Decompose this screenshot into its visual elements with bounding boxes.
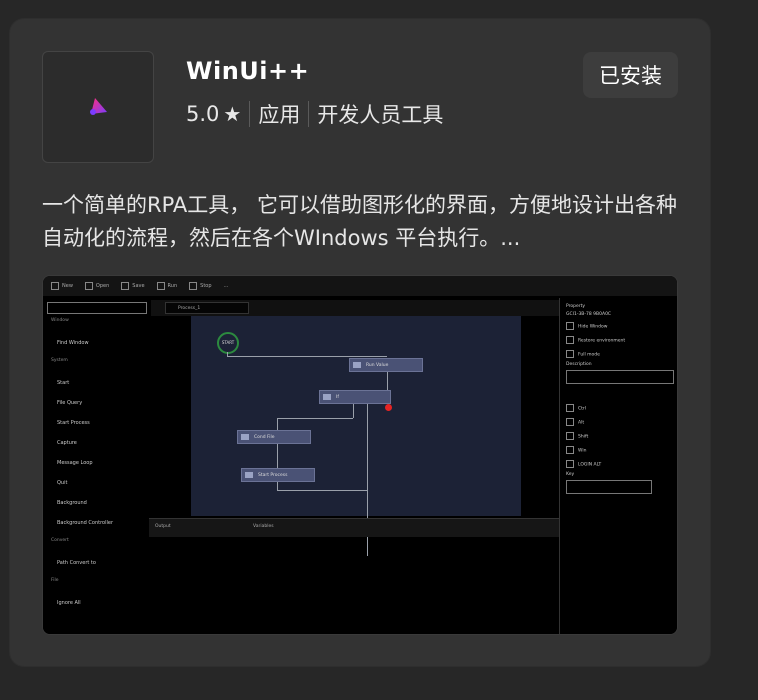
modifier-check: Ctrl: [566, 404, 586, 412]
app-description: 一个简单的RPA工具， 它可以借助图形化的界面，方便地设计出各种自动化的流程，然…: [42, 193, 677, 250]
output-tab: Output: [155, 524, 171, 529]
workflow-node: If: [319, 390, 391, 404]
toolbar-item: New: [51, 282, 73, 290]
modifier-check: LOGIN ALT: [566, 460, 601, 468]
toolbox-category: System: [51, 358, 68, 363]
property-check: Restore environment: [566, 336, 625, 344]
breakpoint-marker: [385, 404, 392, 411]
workflow-canvas: START Run Value If Cond File Start Proce…: [191, 316, 521, 556]
property-check: Full mode: [566, 350, 600, 358]
toolbar-item: Save: [121, 282, 145, 290]
start-node: START: [217, 332, 239, 354]
toolbar-item: Run: [156, 282, 177, 290]
toolbar-item: Open: [84, 282, 109, 290]
app-title: WinUi++: [186, 57, 310, 85]
app-category[interactable]: 开发人员工具: [317, 99, 443, 129]
variables-tab: Variables: [253, 524, 274, 529]
toolbox-item: File Query: [57, 400, 83, 406]
divider: [249, 101, 251, 127]
winui-logo-icon: [90, 98, 107, 115]
modifier-check: Shift: [566, 432, 588, 440]
toolbox-category: Window: [51, 318, 69, 323]
toolbox-item: Start: [57, 380, 70, 386]
modifier-check: Alt: [566, 418, 584, 426]
toolbox-item: Capture: [57, 440, 77, 446]
toolbox-item: Background: [57, 500, 87, 506]
toolbox-category: File: [51, 578, 59, 583]
app-screenshot[interactable]: New Open Save Run Stop ... Window Find W…: [42, 275, 678, 635]
app-card[interactable]: WinUi++ 5.0 ★ 应用 开发人员工具 已安装 一个简单的RPA工具， …: [10, 19, 710, 666]
screenshot-toolbox: Window Find Window System Start File Que…: [43, 298, 147, 634]
app-meta: 5.0 ★ 应用 开发人员工具: [186, 99, 443, 129]
divider: [308, 101, 310, 127]
modifier-check: Win: [566, 446, 586, 454]
document-tabs: Process_1: [151, 300, 559, 316]
description-label: Description: [566, 362, 592, 367]
key-select: [566, 480, 652, 494]
workflow-node: Start Process: [241, 468, 315, 482]
property-check: Hide Window: [566, 322, 607, 330]
properties-title: Property: [566, 304, 586, 309]
output-panel: Output Variables: [149, 518, 559, 537]
app-logo-tile: [42, 51, 154, 163]
toolbox-search: [47, 302, 147, 314]
installed-button[interactable]: 已安装: [583, 52, 678, 98]
toolbox-item: Path Convert to: [57, 560, 96, 566]
node-id: GCI1-3B-78 9B0A0C: [566, 312, 612, 317]
toolbar-item: ...: [223, 283, 229, 289]
document-tab: Process_1: [165, 302, 249, 314]
toolbox-item: Find Window: [57, 340, 89, 346]
description-box: [566, 370, 674, 384]
screenshot-toolbar: New Open Save Run Stop ...: [43, 276, 677, 296]
star-icon: ★: [223, 102, 242, 126]
app-type: 应用: [258, 103, 301, 127]
toolbar-item: Stop: [189, 282, 212, 290]
toolbox-item: Quit: [57, 480, 68, 486]
workflow-node: Run Value: [349, 358, 423, 372]
rating-value: 5.0: [186, 102, 220, 126]
toolbox-item: Start Process: [57, 420, 90, 426]
key-label: Key: [566, 472, 575, 477]
workflow-node: Cond File: [237, 430, 311, 444]
toolbox-category: Convert: [51, 538, 69, 543]
properties-pane: Property GCI1-3B-78 9B0A0C Hide Window R…: [559, 298, 677, 634]
toolbox-item: Background Controller: [57, 520, 114, 526]
toolbox-item: Ignore All: [57, 600, 81, 606]
toolbox-item: Message Loop: [57, 460, 93, 466]
